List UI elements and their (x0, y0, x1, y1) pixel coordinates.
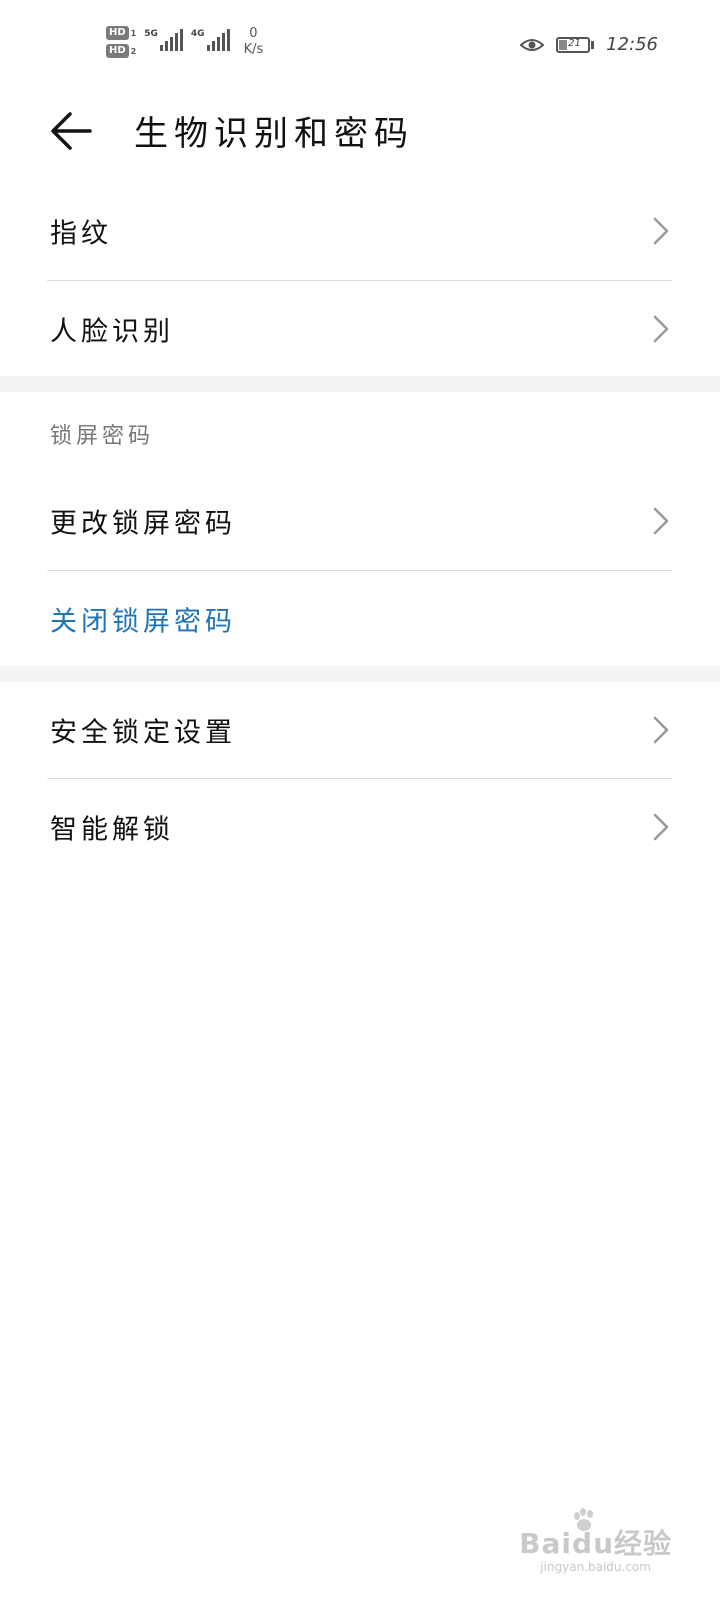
sim2-index: 2 (130, 46, 137, 56)
signal-bars-icon (206, 29, 230, 51)
security-lock-settings-row[interactable]: 安全锁定设置 (0, 683, 720, 777)
signal-5g: 5G (144, 29, 183, 51)
watermark-url: jingyan.baidu.com (540, 1560, 651, 1574)
baidu-watermark: Baidu经验 jingyan.baidu.com (519, 1508, 672, 1574)
status-bar-right: 21 12:56 (520, 34, 658, 55)
hd1-badge: HD (106, 26, 129, 40)
page-title: 生物识别和密码 (134, 114, 414, 154)
smart-unlock-row[interactable]: 智能解锁 (0, 780, 720, 874)
hd2-badge: HD (106, 44, 129, 58)
divider (47, 778, 672, 779)
network-4g-label: 4G (190, 29, 205, 39)
fingerprint-label: 指纹 (50, 218, 112, 250)
chevron-right-icon (653, 315, 669, 343)
security-lock-settings-label: 安全锁定设置 (50, 717, 236, 749)
sim-indicators: HD 1 HD 2 (106, 26, 136, 58)
chevron-right-icon (653, 217, 669, 245)
section-separator (0, 376, 720, 392)
signal-bars-icon (159, 29, 183, 51)
clock: 12:56 (606, 34, 658, 55)
battery-level: 21 (568, 37, 581, 49)
smart-unlock-label: 智能解锁 (50, 814, 174, 846)
divider (47, 570, 672, 571)
fingerprint-row[interactable]: 指纹 (0, 184, 720, 278)
speed-unit: K/s (243, 42, 264, 57)
face-recognition-row[interactable]: 人脸识别 (0, 282, 720, 376)
battery-icon: 21 (556, 36, 595, 53)
sim1-index: 1 (130, 28, 137, 38)
signal-4g: 4G (191, 29, 230, 51)
sim2-indicator: HD 2 (106, 44, 136, 58)
status-bar: HD 1 HD 2 5G 4G 0 K/s 21 12:56 (0, 0, 720, 92)
divider (47, 280, 672, 281)
network-speed: 0 K/s (244, 26, 264, 58)
chevron-right-icon (653, 813, 669, 841)
status-bar-left: HD 1 HD 2 5G 4G 0 K/s (106, 26, 263, 58)
section-separator (0, 666, 720, 682)
sim1-indicator: HD 1 (106, 26, 136, 40)
disable-lock-password-label: 关闭锁屏密码 (50, 606, 236, 638)
change-lock-password-label: 更改锁屏密码 (50, 508, 236, 540)
app-header: 生物识别和密码 (0, 92, 720, 174)
change-lock-password-row[interactable]: 更改锁屏密码 (0, 474, 720, 568)
back-arrow-icon[interactable] (48, 108, 94, 154)
disable-lock-password-row[interactable]: 关闭锁屏密码 (0, 572, 720, 666)
chevron-right-icon (653, 716, 669, 744)
speed-value: 0 (249, 26, 258, 41)
chevron-right-icon (653, 507, 669, 535)
face-recognition-label: 人脸识别 (50, 316, 174, 348)
section-header-lock-screen: 锁屏密码 (50, 424, 155, 449)
watermark-brand: Baidu经验 (519, 1527, 672, 1560)
eye-icon (520, 38, 545, 51)
network-5g-label: 5G (144, 29, 158, 39)
